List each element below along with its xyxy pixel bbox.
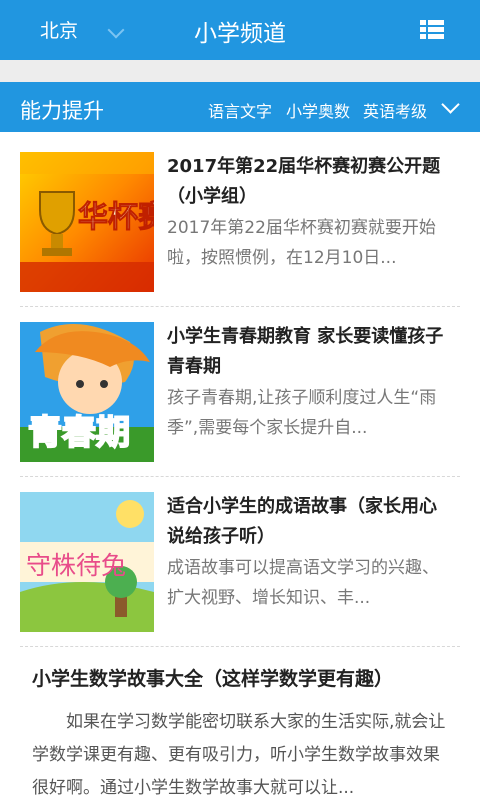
list-item[interactable]: 青春期 小学生青春期教育 家长要读懂孩子青春期 孩子青春期,让孩子顺利度过人生“… bbox=[0, 322, 480, 492]
section-gap bbox=[0, 60, 480, 82]
category-title: 能力提升 bbox=[20, 99, 104, 123]
thumb-text: 青春期 bbox=[28, 413, 130, 453]
rabbit-story-thumbnail: 守株待兔 bbox=[20, 492, 154, 632]
list-item[interactable]: 华杯赛 2017年第22届华杯赛初赛公开题（小学组） 2017年第22届华杯赛初… bbox=[0, 152, 480, 322]
tab-language[interactable]: 语言文字 bbox=[208, 98, 272, 122]
thumb-text: 守株待兔 bbox=[26, 551, 126, 580]
item-summary: 孩子青春期,让孩子顺利度过人生“雨季”,需要每个家长提升自... bbox=[167, 388, 437, 438]
thumbnail-image: 青春期 bbox=[20, 322, 154, 462]
list-item[interactable]: 守株待兔 适合小学生的成语故事（家长用心说给孩子听） 成语故事可以提高语文学习的… bbox=[0, 492, 480, 662]
tab-math-olympiad[interactable]: 小学奥数 bbox=[286, 98, 350, 122]
thumbnail-image: 守株待兔 bbox=[20, 492, 154, 632]
divider bbox=[20, 646, 460, 647]
item-title[interactable]: 小学生青春期教育 家长要读懂孩子青春期 bbox=[167, 322, 447, 382]
page-title: 小学频道 bbox=[194, 21, 286, 47]
cartoon-boy-thumbnail: 青春期 bbox=[20, 322, 154, 462]
divider bbox=[20, 476, 460, 477]
item-summary: 2017年第22届华杯赛初赛就要开始啦，按照惯例，在12月10日... bbox=[167, 218, 436, 268]
thumb-text: 华杯赛 bbox=[78, 200, 154, 235]
item-summary: 成语故事可以提高语文学习的兴趣、扩大视野、增长知识、丰... bbox=[167, 558, 439, 608]
list-menu-icon[interactable] bbox=[420, 20, 444, 40]
divider bbox=[20, 306, 460, 307]
trophy-thumbnail: 华杯赛 bbox=[20, 152, 154, 292]
article-body: 如果在学习数学能密切联系大家的生活实际,就会让学数学课更有趣、更有吸引力，听小学… bbox=[32, 712, 446, 798]
article-title[interactable]: 小学生数学故事大全（这样学数学更有趣） bbox=[32, 664, 472, 691]
thumbnail-image: 华杯赛 bbox=[20, 152, 154, 292]
tab-english-exam[interactable]: 英语考级 bbox=[363, 98, 427, 122]
item-title[interactable]: 2017年第22届华杯赛初赛公开题（小学组） bbox=[167, 152, 447, 212]
item-title[interactable]: 适合小学生的成语故事（家长用心说给孩子听） bbox=[167, 492, 447, 552]
